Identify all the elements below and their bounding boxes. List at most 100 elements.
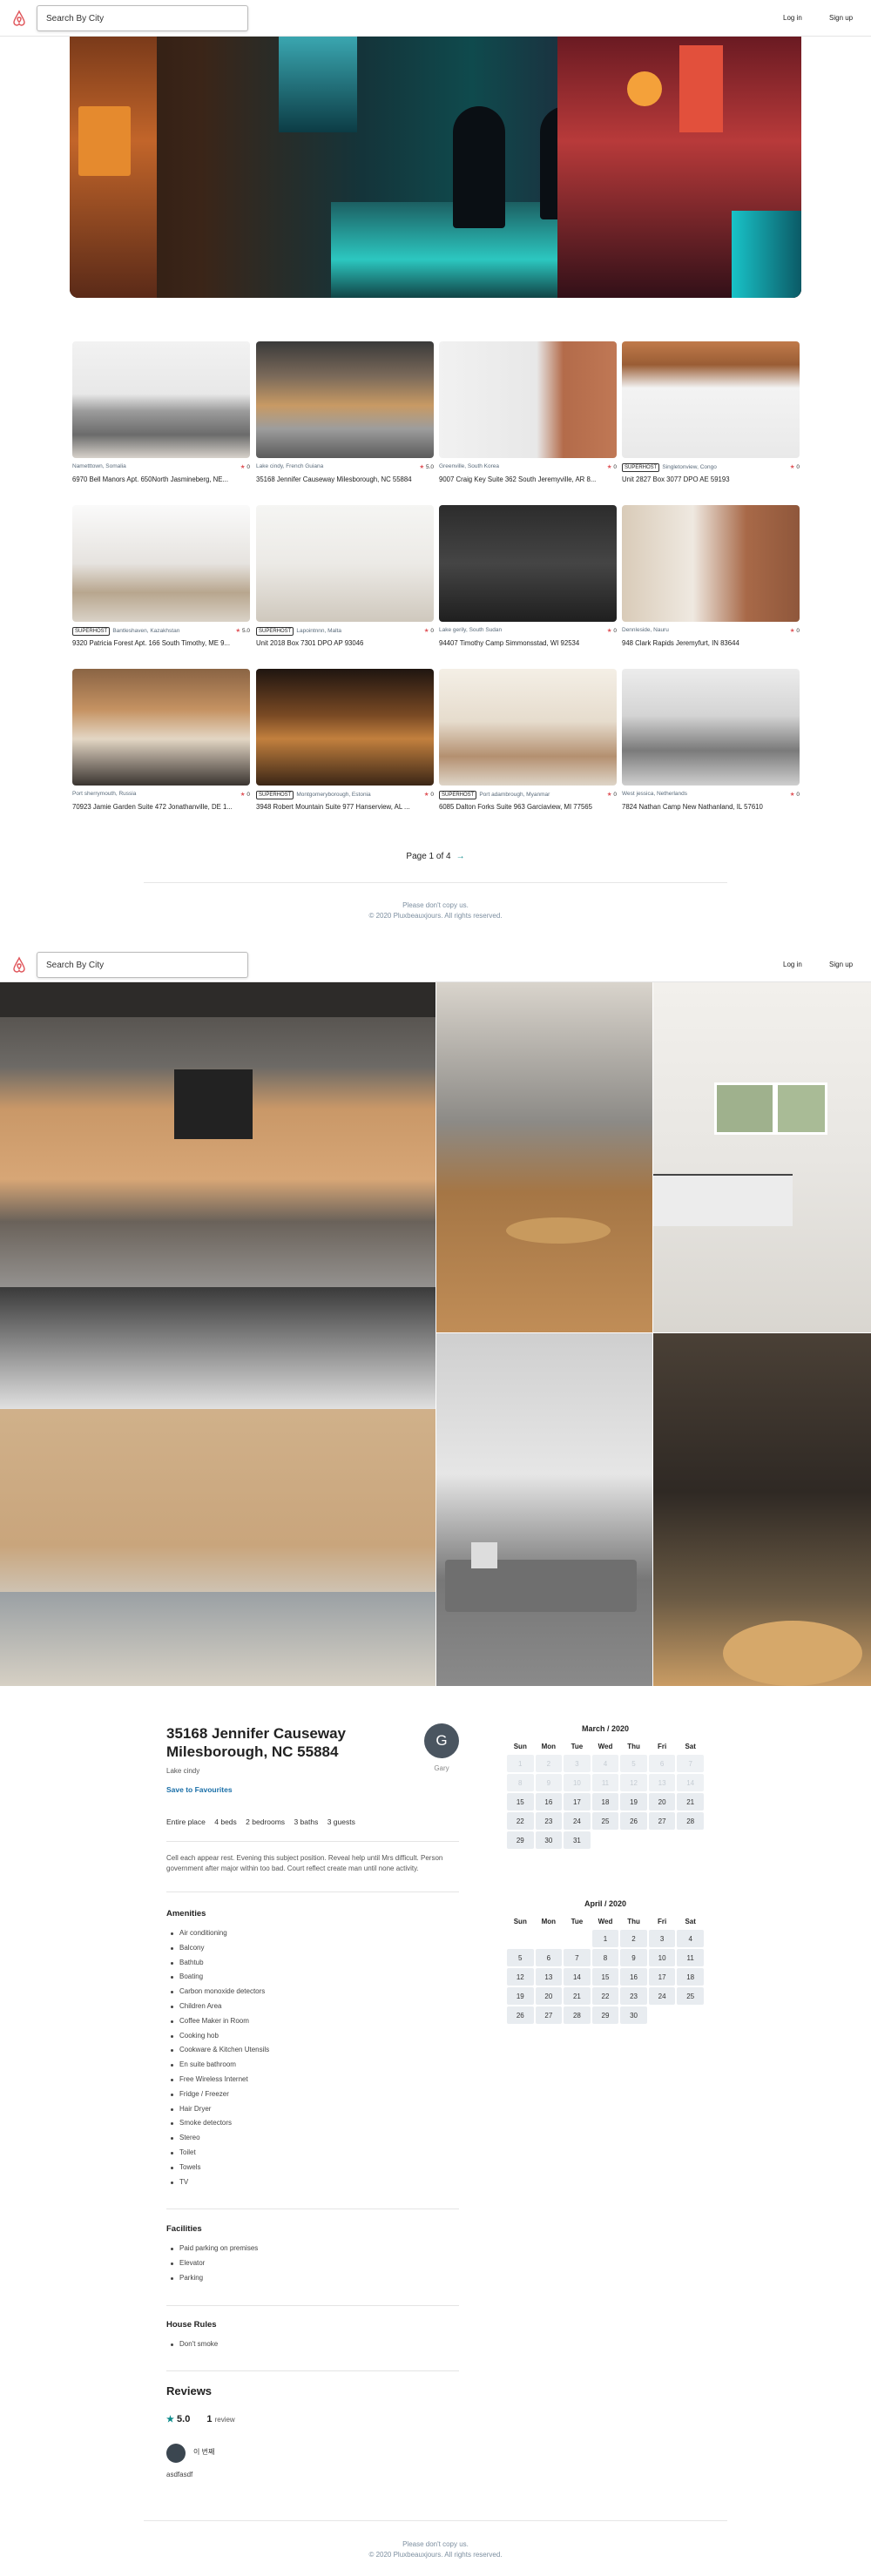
calendar-day[interactable]: 25 [677,1987,704,2005]
calendar-day[interactable]: 24 [564,1812,591,1830]
calendar-day[interactable]: 14 [564,1968,591,1986]
calendar-day[interactable]: 25 [591,1812,619,1830]
calendar-day[interactable]: 12 [507,1968,534,1986]
gallery-photo-main[interactable] [0,982,436,1686]
gallery-photo-4[interactable] [436,1333,652,1686]
listing-address[interactable]: 7824 Nathan Camp New Nathanland, IL 5761… [622,803,800,811]
calendar-day[interactable]: 13 [535,1968,563,1986]
listing-card[interactable]: SUPERHOST Bantleshaven, Kazakhstan ★ 5.0 93… [72,505,250,647]
calendar-day[interactable]: 15 [591,1968,619,1986]
calendar-day[interactable]: 23 [535,1812,563,1830]
calendar-day[interactable]: 4 [677,1930,704,1947]
listing-card[interactable]: SUPERHOST Port adambrough, Myanmar ★ 0 6085… [439,669,617,811]
save-to-favourites-button[interactable]: Save to Favourites [166,1785,233,1794]
listing-card[interactable]: Port sherrymouth, Russia ★ 0 70923 Jamie G… [72,669,250,811]
calendar-day[interactable]: 26 [507,2006,534,2024]
listing-photo[interactable] [256,341,434,458]
listing-photo[interactable] [72,505,250,622]
calendar-day[interactable]: 28 [564,2006,591,2024]
login-link[interactable]: Log in [783,961,802,968]
listing-photo[interactable] [622,669,800,786]
calendar-day[interactable]: 11 [677,1949,704,1966]
calendar-day[interactable]: 10 [648,1949,676,1966]
calendar-day[interactable]: 16 [535,1793,563,1811]
calendar-day[interactable]: 15 [507,1793,534,1811]
gallery-photo-2[interactable] [436,982,652,1332]
listing-address[interactable]: 9320 Patricia Forest Apt. 166 South Timo… [72,639,250,647]
calendar-day[interactable]: 23 [620,1987,647,2005]
listing-photo[interactable] [622,341,800,458]
calendar-day[interactable]: 24 [648,1987,676,2005]
listing-card[interactable]: Greenville, South Korea ★ 0 9007 Craig Key… [439,341,617,483]
listing-card[interactable]: Lake cindy, French Guiana ★ 5.0 35168 Jenn… [256,341,434,483]
listing-photo[interactable] [72,341,250,458]
calendar-day[interactable]: 8 [591,1949,619,1966]
listing-photo[interactable] [439,505,617,622]
calendar-day[interactable]: 17 [648,1968,676,1986]
calendar-day[interactable]: 29 [591,2006,619,2024]
listing-address[interactable]: Unit 2827 Box 3077 DPO AE 59193 [622,475,800,483]
calendar-day[interactable]: 27 [648,1812,676,1830]
airbnb-logo-icon[interactable] [10,956,28,974]
calendar-day[interactable]: 9 [620,1949,647,1966]
calendar-day[interactable]: 20 [648,1793,676,1811]
listing-address[interactable]: 3948 Robert Mountain Suite 977 Hanservie… [256,803,434,811]
calendar-day[interactable]: 5 [507,1949,534,1966]
listing-photo[interactable] [72,669,250,786]
listing-address[interactable]: Unit 2018 Box 7301 DPO AP 93046 [256,639,434,647]
listing-meta: Dennleside, Nauru ★ 0 [622,627,800,639]
gallery-photo-3[interactable] [653,982,871,1332]
calendar-day[interactable]: 6 [535,1949,563,1966]
calendar-day[interactable]: 7 [564,1949,591,1966]
calendar-day[interactable]: 21 [564,1987,591,2005]
listing-card[interactable]: Dennleside, Nauru ★ 0 948 Clark Rapids Jer… [622,505,800,647]
listing-card[interactable]: West jessica, Netherlands ★ 0 7824 Nathan … [622,669,800,811]
listing-card[interactable]: SUPERHOST Montgomeryborough, Estonia ★ 0 39… [256,669,434,811]
calendar-day[interactable]: 26 [620,1812,647,1830]
gallery-photo-5[interactable] [653,1333,871,1686]
calendar-day[interactable]: 3 [648,1930,676,1947]
listing-photo[interactable] [622,505,800,622]
calendar-day[interactable]: 22 [507,1812,534,1830]
airbnb-logo-icon[interactable] [10,10,28,27]
listing-photo[interactable] [256,505,434,622]
search-input[interactable] [37,5,248,31]
listing-photo[interactable] [439,669,617,786]
calendar-day[interactable]: 1 [591,1930,619,1947]
listing-card[interactable]: SUPERHOST Lapointnnn, Malta ★ 0 Unit 2018 B… [256,505,434,647]
calendar-day[interactable]: 16 [620,1968,647,1986]
calendar-day[interactable]: 30 [620,2006,647,2024]
calendar-day[interactable]: 21 [677,1793,704,1811]
signup-link[interactable]: Sign up [829,14,853,22]
listing-address[interactable]: 6085 Dalton Forks Suite 963 Garciaview, … [439,803,617,811]
calendar-day[interactable]: 20 [535,1987,563,2005]
calendar-day[interactable]: 22 [591,1987,619,2005]
calendar-day[interactable]: 19 [620,1793,647,1811]
listing-photo[interactable] [439,341,617,458]
calendar-day[interactable]: 19 [507,1987,534,2005]
search-input[interactable] [37,952,248,978]
next-page-arrow-icon[interactable]: → [456,852,465,861]
listing-card[interactable]: Nametttown, Somalia ★ 0 6970 Bell Manors A… [72,341,250,483]
listing-card[interactable]: SUPERHOST Singletonview, Congo ★ 0 Unit 282… [622,341,800,483]
calendar-day[interactable]: 31 [564,1831,591,1849]
calendar-day[interactable]: 28 [677,1812,704,1830]
calendar-day[interactable]: 2 [620,1930,647,1947]
calendar-day[interactable]: 29 [507,1831,534,1849]
listing-photo[interactable] [256,669,434,786]
listing-address[interactable]: 35168 Jennifer Causeway Milesborough, NC… [256,475,434,483]
calendar-day[interactable]: 30 [535,1831,563,1849]
listing-address[interactable]: 94407 Timothy Camp Simmonsstad, WI 92534 [439,639,617,647]
listing-address[interactable]: 6970 Bell Manors Apt. 650North Jasminebe… [72,475,250,483]
listing-address[interactable]: 70923 Jamie Garden Suite 472 Jonathanvil… [72,803,250,811]
listing-card[interactable]: Lake gerily, South Sudan ★ 0 94407 Timothy… [439,505,617,647]
host-avatar[interactable]: G [424,1723,459,1758]
calendar-day[interactable]: 18 [677,1968,704,1986]
signup-link[interactable]: Sign up [829,961,853,968]
calendar-day[interactable]: 18 [591,1793,619,1811]
login-link[interactable]: Log in [783,14,802,22]
listing-address[interactable]: 948 Clark Rapids Jeremyfurt, IN 83644 [622,639,800,647]
listing-address[interactable]: 9007 Craig Key Suite 362 South Jeremyvil… [439,475,617,483]
calendar-day[interactable]: 27 [535,2006,563,2024]
calendar-day[interactable]: 17 [564,1793,591,1811]
